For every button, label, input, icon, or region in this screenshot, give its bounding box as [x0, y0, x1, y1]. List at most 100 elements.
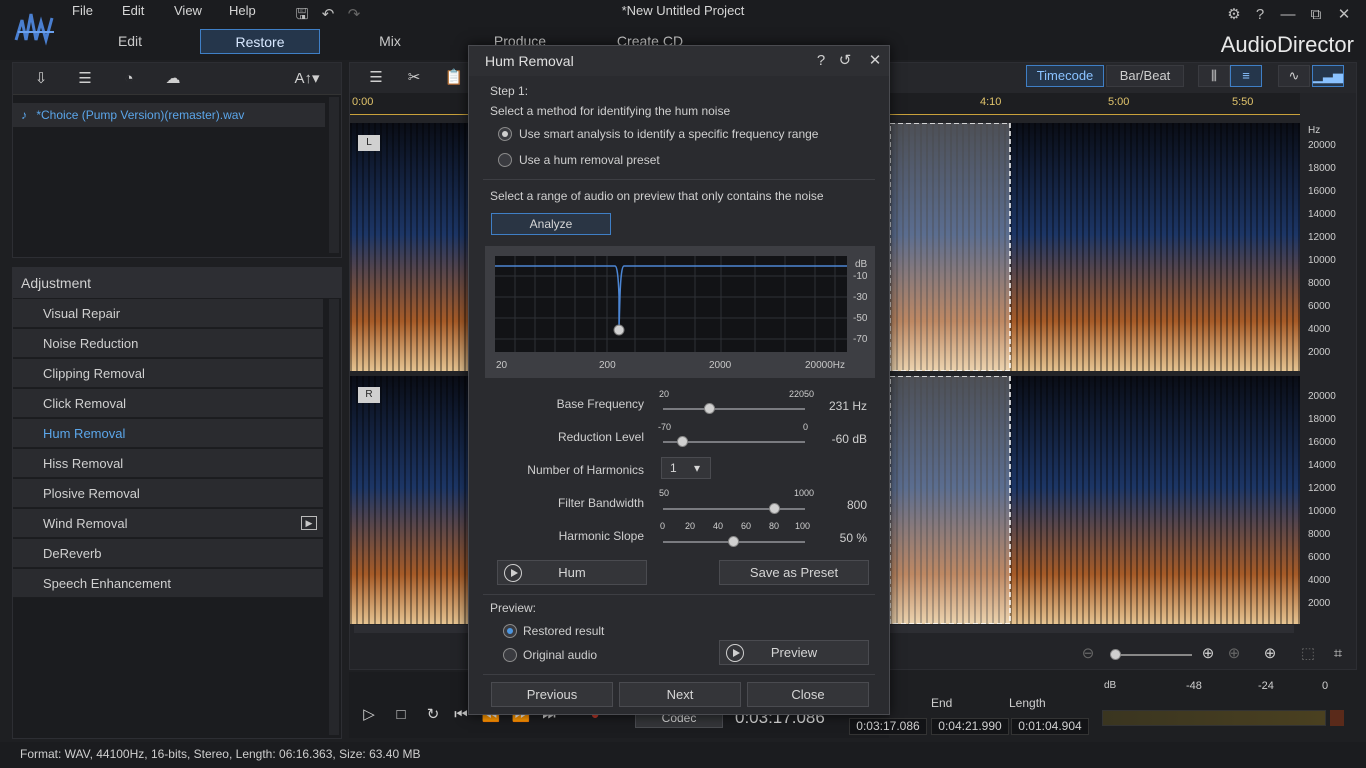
- media-file-row[interactable]: ♪ *Choice (Pump Version)(remaster).wav: [13, 103, 325, 127]
- divider: [483, 594, 875, 595]
- paste-icon[interactable]: 📋: [442, 67, 466, 89]
- smart-analysis-radio[interactable]: [498, 127, 512, 141]
- harmonics-value: 1: [670, 461, 677, 475]
- reset-icon[interactable]: ↺: [835, 51, 855, 71]
- meter-bar: [1102, 710, 1326, 726]
- close-button[interactable]: Close: [747, 682, 869, 707]
- hum-button[interactable]: Hum: [497, 560, 647, 585]
- save-preset-button[interactable]: Save as Preset: [719, 560, 869, 585]
- previous-button[interactable]: Previous: [491, 682, 613, 707]
- filter-bandwidth-slider[interactable]: [663, 508, 805, 510]
- maximize-icon[interactable]: ⧉: [1306, 5, 1326, 25]
- app-logo-icon: [14, 13, 54, 46]
- base-frequency-slider[interactable]: [663, 408, 805, 410]
- base-frequency-knob[interactable]: [703, 403, 715, 414]
- timecode-toggle[interactable]: Timecode: [1026, 65, 1104, 87]
- harmonics-dropdown[interactable]: 1 ▾: [661, 457, 711, 479]
- web-import-icon[interactable]: ◔: [117, 68, 141, 90]
- play-icon[interactable]: ▷: [357, 704, 381, 726]
- minimize-icon[interactable]: —: [1278, 5, 1298, 25]
- filter-bandwidth-knob[interactable]: [769, 503, 781, 514]
- reduction-level-knob[interactable]: [676, 436, 688, 447]
- analyze-button[interactable]: Analyze: [491, 213, 611, 235]
- adj-click-removal[interactable]: Click Removal: [13, 389, 323, 418]
- base-frequency-value: 231 Hz: [828, 399, 867, 413]
- text-size-icon[interactable]: A↑▾: [289, 68, 325, 90]
- help-icon[interactable]: ?: [1250, 5, 1270, 25]
- zoom-slider-knob[interactable]: [1110, 649, 1121, 660]
- adj-plosive-removal[interactable]: Plosive Removal: [13, 479, 323, 508]
- spectrum-view-icon[interactable]: ▁▃▅: [1312, 65, 1344, 87]
- media-scrollbar[interactable]: [329, 97, 339, 253]
- adj-clipping-removal[interactable]: Clipping Removal: [13, 359, 323, 388]
- barbeat-toggle[interactable]: Bar/Beat: [1106, 65, 1184, 87]
- frequency-graph[interactable]: dB -10 -30 -50 -70 20 200 2000 20000Hz: [485, 246, 875, 378]
- import-media-icon[interactable]: ⇩: [29, 68, 53, 90]
- tab-mix[interactable]: Mix: [350, 29, 430, 54]
- next-button[interactable]: Next: [619, 682, 741, 707]
- properties-icon[interactable]: ☰: [364, 67, 388, 89]
- fit-icon: ⬚: [1300, 645, 1316, 662]
- original-radio[interactable]: [503, 648, 517, 662]
- harmonic-slope-knob[interactable]: [728, 536, 739, 547]
- split-view-icon[interactable]: ≡: [1230, 65, 1262, 87]
- menu-view[interactable]: View: [174, 3, 202, 18]
- start-time-field[interactable]: 0:03:17.086: [849, 718, 927, 735]
- zoom-reset-icon[interactable]: ⌗: [1326, 643, 1350, 665]
- loop-icon[interactable]: ↻: [421, 704, 445, 726]
- tab-edit[interactable]: Edit: [90, 29, 170, 54]
- right-channel-label[interactable]: R: [358, 387, 380, 403]
- hz-tick: 2000: [1308, 598, 1331, 609]
- help-icon[interactable]: ?: [811, 51, 831, 71]
- status-bar: Format: WAV, 44100Hz, 16-bits, Stereo, L…: [0, 742, 1366, 768]
- stop-icon[interactable]: □: [389, 704, 413, 726]
- zoom-selection-icon[interactable]: ⊕: [1258, 643, 1282, 665]
- menu-edit[interactable]: Edit: [122, 3, 144, 18]
- waveform-view-icon[interactable]: ⫼: [1198, 65, 1230, 87]
- media-file-name: *Choice (Pump Version)(remaster).wav: [36, 108, 245, 122]
- gear-icon[interactable]: ⚙: [1224, 5, 1244, 25]
- adj-wind-removal[interactable]: Wind Removal: [13, 509, 323, 538]
- adj-hum-removal[interactable]: Hum Removal: [13, 419, 323, 448]
- menu-help[interactable]: Help: [229, 3, 256, 18]
- hz-tick: 2000: [1308, 347, 1331, 358]
- adjustment-scrollbar[interactable]: [329, 299, 339, 735]
- undo-icon[interactable]: ↶: [318, 5, 338, 25]
- original-label[interactable]: Original audio: [523, 648, 597, 662]
- playlist-icon[interactable]: ☰: [73, 68, 97, 90]
- ruler-tick: 4:10: [980, 96, 1002, 108]
- adj-hiss-removal[interactable]: Hiss Removal: [13, 449, 323, 478]
- restored-radio[interactable]: [503, 624, 517, 638]
- save-icon[interactable]: 🖫: [292, 5, 312, 25]
- close-window-icon[interactable]: ✕: [1334, 5, 1354, 25]
- end-time-field[interactable]: 0:04:21.990: [931, 718, 1009, 735]
- restored-label[interactable]: Restored result: [523, 624, 604, 638]
- adjustment-header: Adjustment: [13, 268, 341, 298]
- freq-tick: 2000: [709, 360, 732, 371]
- meter-label: dB: [1104, 680, 1117, 691]
- adj-speech-enhancement[interactable]: Speech Enhancement: [13, 569, 323, 598]
- length-time-field[interactable]: 0:01:04.904: [1011, 718, 1089, 735]
- close-icon[interactable]: ✕: [865, 51, 885, 71]
- cut-icon[interactable]: ✂: [402, 67, 426, 89]
- left-channel-label[interactable]: L: [358, 135, 380, 151]
- tab-restore[interactable]: Restore: [200, 29, 320, 54]
- video-icon[interactable]: ▶: [301, 516, 317, 530]
- preset-label[interactable]: Use a hum removal preset: [519, 153, 660, 167]
- length-label: Length: [1009, 696, 1046, 710]
- zoom-slider[interactable]: [1112, 654, 1192, 656]
- menu-file[interactable]: File: [72, 3, 93, 18]
- cloud-icon[interactable]: ☁: [161, 68, 185, 90]
- window-title: *New Untitled Project: [621, 3, 745, 18]
- adj-visual-repair[interactable]: Visual Repair: [13, 299, 323, 328]
- wave-icon[interactable]: ∿: [1278, 65, 1310, 87]
- preset-radio[interactable]: [498, 153, 512, 167]
- hz-tick: 12000: [1308, 232, 1336, 243]
- adj-noise-reduction[interactable]: Noise Reduction: [13, 329, 323, 358]
- brand-title: AudioDirector: [1220, 32, 1354, 57]
- preview-button[interactable]: Preview: [719, 640, 869, 665]
- smart-analysis-label[interactable]: Use smart analysis to identify a specifi…: [519, 127, 818, 141]
- adjustment-panel: Adjustment Visual Repair Noise Reduction…: [12, 267, 342, 739]
- adj-dereverb[interactable]: DeReverb: [13, 539, 323, 568]
- zoom-in-icon[interactable]: ⊕: [1196, 643, 1220, 665]
